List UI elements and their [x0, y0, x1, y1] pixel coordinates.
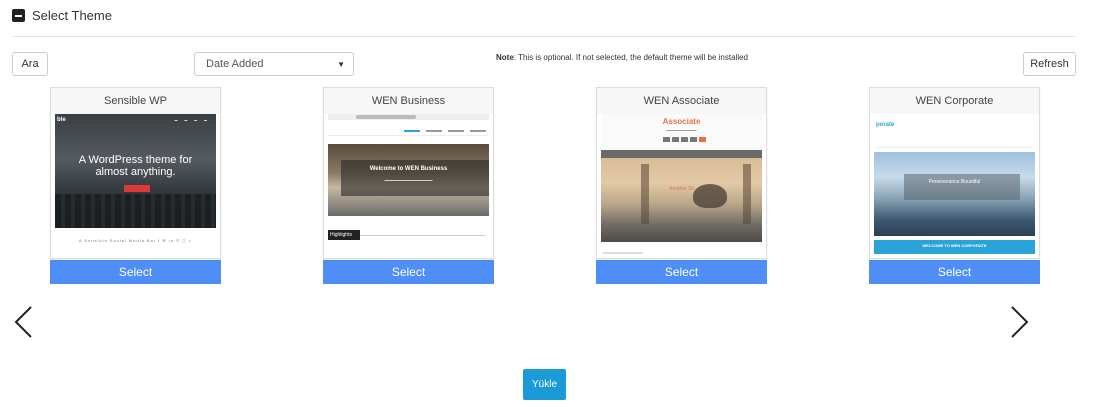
preview-logo: porate — [876, 122, 895, 128]
select-theme-button[interactable]: Select — [869, 260, 1040, 284]
theme-preview-frame[interactable]: Sensible WP ble ▬ ▬ ▬ ▬ A WordPress them… — [50, 87, 221, 259]
minus-square-icon[interactable] — [12, 9, 25, 22]
divider — [12, 36, 1076, 37]
preview-hero: ble ▬ ▬ ▬ ▬ A WordPress theme for almost… — [55, 114, 216, 228]
select-theme-button[interactable]: Select — [596, 260, 767, 284]
chevron-right-icon[interactable] — [1004, 302, 1034, 342]
preview-nav: ▬ ▬ ▬ ▬ — [174, 118, 210, 122]
theme-card-sensible-wp: Sensible WP ble ▬ ▬ ▬ ▬ A WordPress them… — [50, 87, 221, 284]
select-theme-button[interactable]: Select — [50, 260, 221, 284]
theme-card-wen-associate: WEN Associate Associate ▬▬▬▬▬▬▬▬▬▬ Anoth… — [596, 87, 767, 284]
preview-nav — [328, 126, 489, 136]
theme-thumbnail: Welcome to WEN Business ▬▬▬▬▬▬▬▬▬▬▬▬▬▬▬▬… — [328, 114, 489, 254]
theme-name: WEN Corporate — [870, 88, 1039, 114]
note-label: Note — [496, 53, 514, 62]
preview-cta — [124, 185, 150, 192]
theme-preview-frame[interactable]: WEN Business Welcome to WEN Business ▬▬▬… — [323, 87, 494, 259]
install-button[interactable]: Yükle — [523, 369, 566, 400]
preview-nav — [876, 142, 1033, 148]
refresh-button[interactable]: Refresh — [1023, 52, 1076, 76]
preview-hero: Another Sli — [601, 158, 762, 242]
preview-social-bar: A Sensible Social Media Bar f ✉ in ⚲ ◻ ⌂ — [78, 238, 193, 243]
caret-down-icon: ▼ — [337, 60, 345, 69]
sort-select-value: Date Added — [206, 58, 264, 70]
theme-name: WEN Business — [324, 88, 493, 114]
preview-headline: A WordPress theme for almost anything. — [78, 154, 193, 178]
preview-site-title: Associate — [662, 117, 701, 126]
theme-card-wen-corporate: WEN Corporate porate Perseverance Bounti… — [869, 87, 1040, 284]
theme-preview-frame[interactable]: WEN Corporate porate Perseverance Bounti… — [869, 87, 1040, 259]
theme-name: Sensible WP — [51, 88, 220, 114]
search-button[interactable]: Ara — [12, 52, 48, 76]
sort-select[interactable]: Date Added ▼ — [194, 52, 354, 76]
chevron-left-icon[interactable] — [10, 302, 40, 342]
preview-social-icons — [663, 137, 706, 142]
select-theme-button[interactable]: Select — [323, 260, 494, 284]
theme-thumbnail: ble ▬ ▬ ▬ ▬ A WordPress theme for almost… — [55, 114, 216, 254]
theme-preview-frame[interactable]: WEN Associate Associate ▬▬▬▬▬▬▬▬▬▬ Anoth… — [596, 87, 767, 259]
theme-thumbnail: porate Perseverance Bountiful WELCOME TO… — [874, 114, 1035, 254]
preview-nav — [601, 150, 762, 158]
preview-logo: ble — [57, 117, 66, 123]
theme-card-wen-business: WEN Business Welcome to WEN Business ▬▬▬… — [323, 87, 494, 284]
section-header: Select Theme — [12, 8, 112, 23]
preview-hero: Welcome to WEN Business ▬▬▬▬▬▬▬▬▬▬▬▬▬▬▬▬ — [328, 144, 489, 216]
optional-note: Note: This is optional. If not selected,… — [496, 53, 748, 62]
theme-name: WEN Associate — [597, 88, 766, 114]
note-text: : This is optional. If not selected, the… — [513, 53, 748, 62]
preview-hero: Perseverance Bountiful — [874, 152, 1035, 236]
theme-thumbnail: Associate ▬▬▬▬▬▬▬▬▬▬ Another Sli — [601, 114, 762, 254]
section-title: Select Theme — [32, 8, 112, 23]
preview-section-label: Highlights — [328, 230, 360, 240]
